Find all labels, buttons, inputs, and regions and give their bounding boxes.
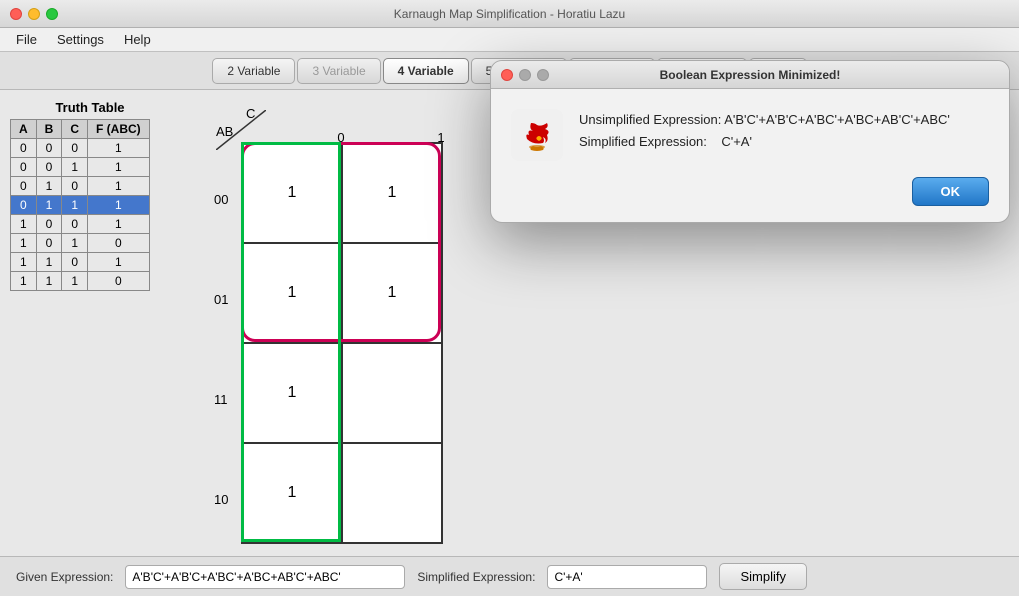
kmap-cell-10-1 — [342, 443, 442, 543]
kmap-cell-00-0: 1 — [242, 143, 342, 243]
close-button[interactable] — [10, 8, 22, 20]
kmap-cell-10-0: 1 — [242, 443, 342, 543]
dialog-min-button — [519, 69, 531, 81]
table-row: 1110 — [11, 272, 150, 291]
table-row: 0001 — [11, 139, 150, 158]
table-row: 0101 — [11, 177, 150, 196]
maximize-button[interactable] — [46, 8, 58, 20]
col-header-b: B — [36, 120, 62, 139]
kmap-cell-01-0: 1 — [242, 243, 342, 343]
kmap-row-11: 11 — [214, 392, 228, 407]
given-expression-input[interactable] — [125, 565, 405, 589]
kmap-grid: 1 1 1 1 1 1 — [241, 142, 443, 544]
kmap-cell-00-1: 1 — [342, 143, 442, 243]
dialog-window-controls — [501, 69, 549, 81]
given-expression-label: Given Expression: — [16, 570, 113, 584]
dialog-max-button — [537, 69, 549, 81]
window-controls — [10, 8, 58, 20]
col-header-f: F (ABC) — [88, 120, 150, 139]
simplified-expression-label: Simplified Expression: — [417, 570, 535, 584]
tab-4variable[interactable]: 4 Variable — [383, 58, 469, 84]
kmap-row-01: 01 — [214, 292, 228, 307]
table-row: 1001 — [11, 215, 150, 234]
table-row: 0111 — [11, 196, 150, 215]
menu-bar: File Settings Help — [0, 28, 1019, 52]
col-header-a: A — [11, 120, 37, 139]
tab-2variable[interactable]: 2 Variable — [212, 58, 295, 84]
kmap-cell-11-1 — [342, 343, 442, 443]
unsimplified-value: A'B'C'+A'B'C+A'BC'+A'BC+AB'C'+ABC' — [724, 112, 950, 127]
dialog-text: Unsimplified Expression: A'B'C'+A'B'C+A'… — [579, 109, 989, 153]
table-row: 0011 — [11, 158, 150, 177]
table-row: 1101 — [11, 253, 150, 272]
col-header-c: C — [62, 120, 88, 139]
dialog-close-button[interactable] — [501, 69, 513, 81]
menu-help[interactable]: Help — [116, 30, 159, 49]
unsimplified-label: Unsimplified Expression: — [579, 112, 724, 127]
dialog-footer: OK — [491, 177, 1009, 222]
ok-button[interactable]: OK — [912, 177, 990, 206]
menu-settings[interactable]: Settings — [49, 30, 112, 49]
java-icon — [511, 109, 563, 161]
dialog-titlebar: Boolean Expression Minimized! — [491, 61, 1009, 89]
simplified-value: C'+A' — [721, 134, 752, 149]
truth-table-container: Truth Table A B C F (ABC) 00010011010101… — [10, 100, 170, 546]
simplify-button[interactable]: Simplify — [719, 563, 807, 590]
tab-3variable: 3 Variable — [297, 58, 380, 84]
dialog-body: Unsimplified Expression: A'B'C'+A'B'C+A'… — [491, 89, 1009, 177]
bottom-bar: Given Expression: Simplified Expression:… — [0, 556, 1019, 596]
kmap-cell-11-0: 1 — [242, 343, 342, 443]
dialog: Boolean Expression Minimized! Unsimplifi… — [490, 60, 1010, 223]
minimize-button[interactable] — [28, 8, 40, 20]
simplified-label: Simplified Expression: — [579, 134, 721, 149]
truth-table-title: Truth Table — [10, 100, 170, 115]
window-title: Karnaugh Map Simplification - Horatiu La… — [394, 7, 625, 21]
kmap-row-00: 00 — [214, 192, 228, 207]
truth-table: A B C F (ABC) 00010011010101111001101011… — [10, 119, 150, 291]
kmap-cell-01-1: 1 — [342, 243, 442, 343]
simplified-expression-input[interactable] — [547, 565, 707, 589]
dialog-title: Boolean Expression Minimized! — [660, 68, 841, 82]
title-bar: Karnaugh Map Simplification - Horatiu La… — [0, 0, 1019, 28]
menu-file[interactable]: File — [8, 30, 45, 49]
table-row: 1010 — [11, 234, 150, 253]
kmap-row-10: 10 — [214, 492, 228, 507]
